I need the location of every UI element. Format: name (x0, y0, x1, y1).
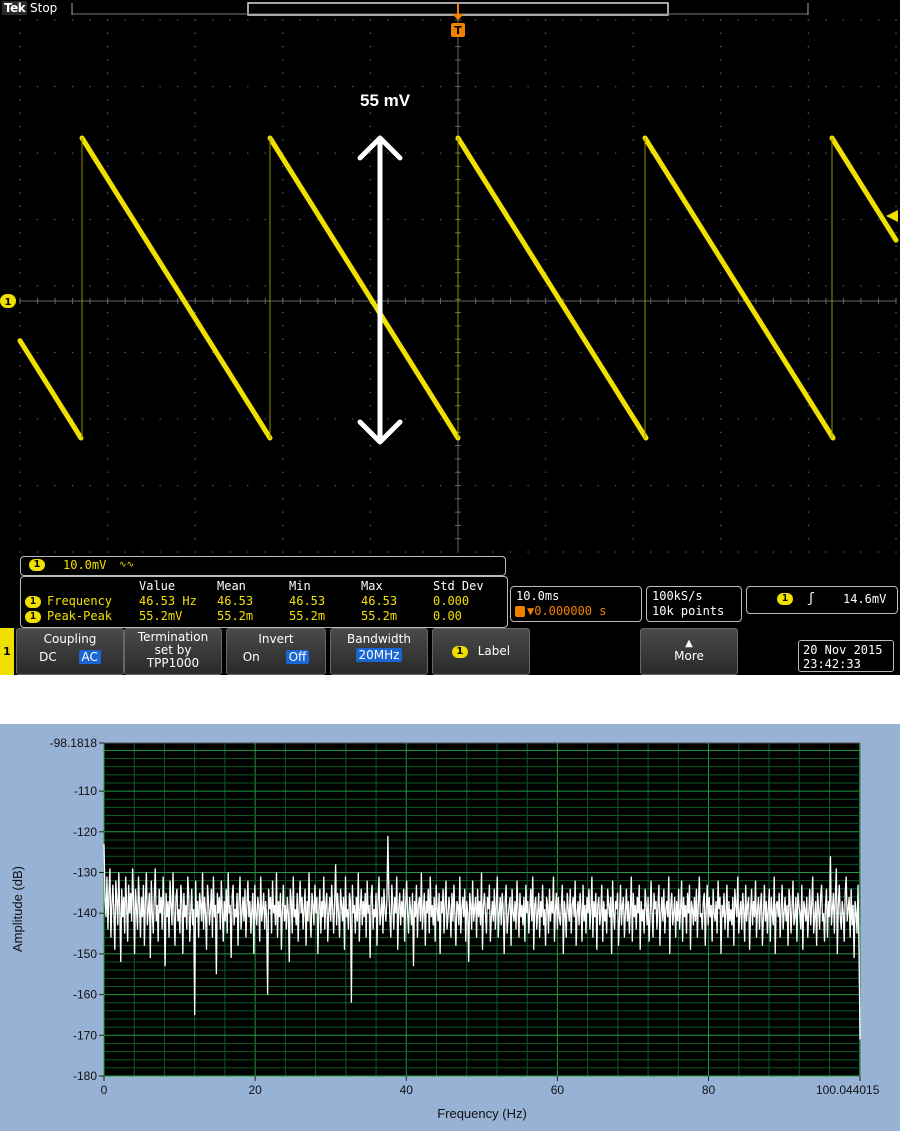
trigger-delay-icon (515, 606, 525, 617)
y-tick-label: -140 (73, 906, 97, 920)
x-axis-ticks: 0 20 40 60 80 100.044015 (101, 1076, 880, 1097)
trigger-position-marker[interactable]: T (451, 3, 465, 37)
ch1-badge: 1 (29, 559, 45, 571)
meas-frequency-mean: 46.53 (217, 594, 254, 608)
x-tick-label: 80 (702, 1083, 716, 1097)
y-tick-label: -98.1818 (50, 736, 98, 750)
invert-button[interactable]: Invert On Off (226, 628, 326, 675)
timebase-value: 10.0ms (516, 589, 560, 603)
time: 23:42:33 (803, 657, 861, 671)
label-button[interactable]: 1 Label (432, 628, 530, 675)
coupling-dc-option[interactable]: DC (39, 650, 57, 664)
y-tick-label: -120 (73, 825, 97, 839)
oscilloscope-display: 55 mV T 1 Tek Stop 1 10.0mV ∿∿ Value Mea… (0, 0, 900, 675)
meas-frequency-std: 0.000 (433, 594, 470, 608)
invert-off-option[interactable]: Off (285, 650, 310, 664)
channel-scale-readout[interactable]: 1 10.0mV ∿∿ (20, 556, 506, 576)
sawtooth-trace (17, 135, 899, 441)
record-length: 10k points (652, 604, 725, 618)
ch1-offset-marker[interactable]: 1 (0, 294, 16, 308)
x-axis-label: Frequency (Hz) (437, 1106, 527, 1121)
bandwidth-value: 20MHz (355, 648, 403, 662)
meas-frequency-label: Frequency (47, 594, 113, 608)
termination-probe: TPP1000 (146, 656, 200, 670)
sample-rate: 100kS/s (652, 589, 703, 603)
meas-pk2pk-value: 55.2mV (139, 609, 183, 623)
y-tick-label: -180 (73, 1069, 97, 1083)
channel-scale-value: 10.0mV (63, 558, 107, 572)
tek-logo: Tek (2, 1, 28, 15)
acquisition-readout[interactable]: 100kS/s 10k points (646, 586, 742, 622)
x-tick-label: 60 (551, 1083, 565, 1097)
amplitude-annotation: 55 mV (360, 91, 411, 110)
header-mean: Mean (217, 579, 246, 593)
meas-pk2pk-mean: 55.2m (217, 609, 254, 623)
header-max: Max (361, 579, 383, 593)
meas-pk2pk-min: 55.2m (289, 609, 326, 623)
x-tick-label: 20 (248, 1083, 262, 1097)
y-tick-label: -170 (73, 1028, 97, 1042)
y-axis-ticks: -98.1818 -110 -120 -130 -140 -150 -160 -170 -180 (50, 736, 104, 1083)
y-tick-label: -130 (73, 866, 97, 880)
x-tick-label: 40 (400, 1083, 414, 1097)
spectrum-chart: -98.1818 -110 -120 -130 -140 -150 -160 -170 -180… (10, 736, 880, 1121)
ch1-marker-label: 1 (5, 297, 12, 308)
coupling-ac-option[interactable]: AC (78, 650, 101, 664)
more-up-arrow-icon: ▲ (685, 638, 693, 649)
x-tick-label: 100.044015 (816, 1083, 880, 1097)
meas-frequency-max: 46.53 (361, 594, 398, 608)
y-tick-label: -150 (73, 947, 97, 961)
meas-pk2pk-std: 0.00 (433, 609, 462, 623)
more-button[interactable]: ▲ More (640, 628, 738, 675)
trigger-marker-label: T (454, 24, 462, 37)
y-axis-label: Amplitude (dB) (10, 866, 25, 952)
x-tick-label: 0 (101, 1083, 108, 1097)
bandwidth-label: Bandwidth (347, 632, 411, 646)
y-tick-label: -110 (74, 784, 97, 798)
acquisition-state: Stop (30, 1, 58, 15)
trigger-source-badge: 1 (777, 593, 793, 605)
trigger-level-marker[interactable] (886, 210, 898, 222)
date: 20 Nov 2015 (803, 643, 883, 657)
trigger-slope-icon: ʃ (807, 591, 815, 606)
date-time-readout[interactable]: 20 Nov 2015 23:42:33 (798, 640, 894, 672)
trigger-delay-value: ▼0.000000 s (527, 604, 607, 618)
meas-pk2pk-label: Peak-Peak (47, 609, 113, 623)
ch1-menu-tab[interactable]: 1 (0, 628, 14, 675)
meas-frequency-value: 46.53 Hz (139, 594, 197, 608)
label-ch1-badge: 1 (451, 645, 468, 658)
meas-pk2pk-max: 55.2m (361, 609, 398, 623)
timebase-readout[interactable]: 10.0ms ▼0.000000 s (510, 586, 642, 622)
more-button-text: More (674, 649, 704, 663)
trigger-readout[interactable]: 1 ʃ 14.6mV (746, 586, 898, 614)
trigger-level-value: 14.6mV (843, 592, 887, 606)
header-std-dev: Std Dev (433, 579, 484, 593)
invert-label: Invert (258, 632, 294, 646)
coupling-button[interactable]: Coupling DC AC (16, 628, 124, 675)
bandwidth-limit-icon: ∿∿ (119, 560, 135, 570)
bandwidth-button[interactable]: Bandwidth 20MHz (330, 628, 428, 675)
y-tick-label: -160 (73, 988, 97, 1002)
spectrum-panel: -98.1818 -110 -120 -130 -140 -150 -160 -170 -180… (0, 724, 900, 1131)
meas-frequency-min: 46.53 (289, 594, 326, 608)
measurement-table: Value Mean Min Max Std Dev 1 Frequency 4… (20, 576, 508, 628)
label-button-text: Label (477, 644, 511, 658)
ch1-badge: 1 (25, 611, 41, 623)
header-min: Min (289, 579, 311, 593)
coupling-label: Coupling (43, 632, 97, 646)
invert-on-option[interactable]: On (243, 650, 260, 664)
termination-button[interactable]: Termination set by TPP1000 (124, 628, 222, 675)
header-value: Value (139, 579, 176, 593)
ch1-badge: 1 (25, 596, 41, 608)
